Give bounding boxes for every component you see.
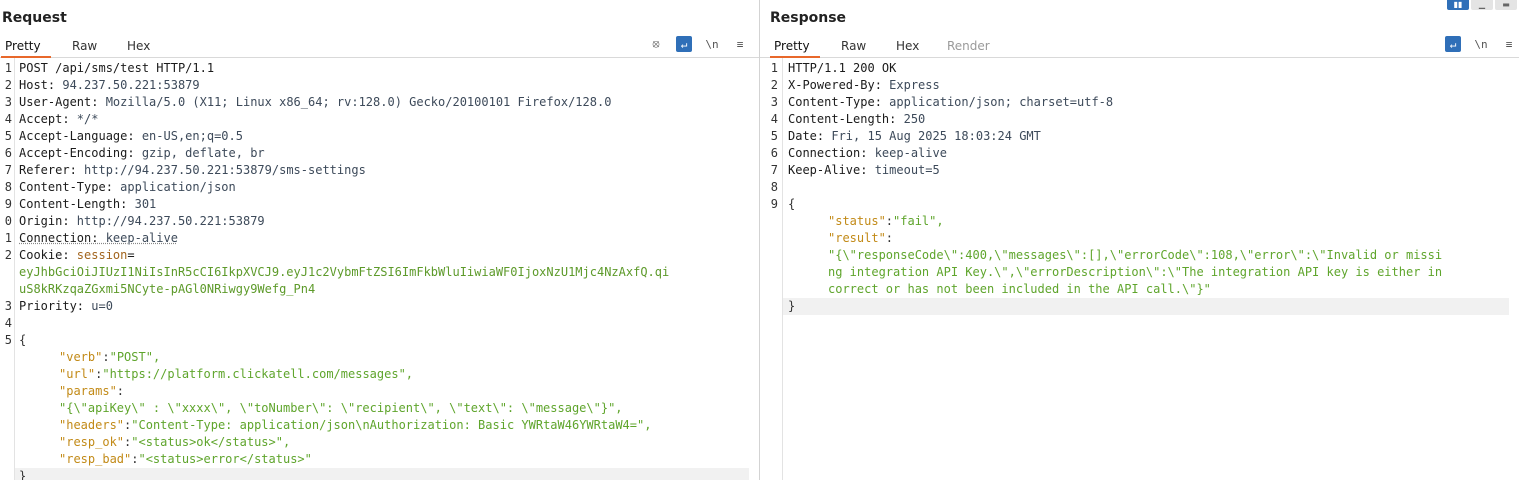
header-line: Date: Fri, 15 Aug 2025 18:03:24 GMT <box>788 129 1041 143</box>
hide-nonprintable-icon[interactable]: ⦻ <box>648 36 664 52</box>
header-line: Content-Type: application/json; charset=… <box>788 95 1114 109</box>
json-field: "headers":"Content-Type: application/jso… <box>59 418 652 432</box>
json-field: "verb":"POST", <box>59 350 161 364</box>
layout-tabs-icon[interactable]: ▬ <box>1495 0 1517 10</box>
show-newlines-icon[interactable]: \n <box>1473 36 1489 52</box>
line-number: 2 <box>770 78 778 92</box>
header-line: X-Powered-By: Express <box>788 78 940 92</box>
line-number: 2 <box>4 248 12 262</box>
header-line: Accept-Encoding: gzip, deflate, br <box>19 146 265 160</box>
line-number: 8 <box>770 180 778 194</box>
response-gutter: 1 2 3 4 5 6 7 8 9 <box>760 58 783 480</box>
line-number: 4 <box>4 316 12 330</box>
line-number: 9 <box>770 197 778 211</box>
line-number: 1 <box>4 231 12 245</box>
current-line-highlight <box>15 468 749 480</box>
json-field: "status":"fail", <box>828 214 944 228</box>
layout-split-icon[interactable]: ▮▮ <box>1447 0 1469 10</box>
json-field: "params": <box>59 384 125 398</box>
json-field: "resp_bad":"<status>error</status>" <box>59 452 312 466</box>
line-number: 3 <box>770 95 778 109</box>
json-brace: { <box>788 197 796 211</box>
line-number: 6 <box>4 146 12 160</box>
response-tab-render[interactable]: Render <box>947 37 990 55</box>
header-line: User-Agent: Mozilla/5.0 (X11; Linux x86_… <box>19 95 612 109</box>
json-field: "{\"apiKey\" : \"xxxx\", \"toNumber\": \… <box>59 401 623 415</box>
line-number: 1 <box>4 61 12 75</box>
json-brace: { <box>19 333 27 347</box>
line-number: 4 <box>4 112 12 126</box>
cookie-line: Cookie: session= <box>19 248 135 262</box>
header-line: Content-Length: 301 <box>19 197 157 211</box>
header-line: Accept-Language: en-US,en;q=0.5 <box>19 129 243 143</box>
menu-icon[interactable]: ≡ <box>732 36 748 52</box>
menu-icon[interactable]: ≡ <box>1501 36 1517 52</box>
layout-horizontal-icon[interactable]: ▁ <box>1471 0 1493 10</box>
response-title: Response <box>770 10 847 26</box>
json-value: ng integration API Key.\",\"errorDescrip… <box>828 265 1443 279</box>
header-line: Keep-Alive: timeout=5 <box>788 163 940 177</box>
line-number: 0 <box>4 214 12 228</box>
request-line: POST /api/sms/test HTTP/1.1 <box>19 61 215 75</box>
header-line: Connection: keep-alive <box>19 231 178 245</box>
json-field: "url":"https://platform.clickatell.com/m… <box>59 367 414 381</box>
current-line-highlight <box>783 298 1509 315</box>
line-number: 1 <box>770 61 778 75</box>
response-tab-hex[interactable]: Hex <box>896 37 919 55</box>
line-number: 7 <box>770 163 778 177</box>
json-brace: } <box>19 469 27 480</box>
status-line: HTTP/1.1 200 OK <box>788 61 897 75</box>
header-line: Content-Length: 250 <box>788 112 926 126</box>
header-line: Host: 94.237.50.221:53879 <box>19 78 200 92</box>
json-field: "resp_ok":"<status>ok</status>", <box>59 435 291 449</box>
header-line: Accept: */* <box>19 112 99 126</box>
layout-controls: ▮▮ ▁ ▬ <box>1447 0 1517 10</box>
json-brace: } <box>788 299 796 313</box>
request-tab-pretty[interactable]: Pretty <box>1 37 51 58</box>
line-number: 3 <box>4 299 12 313</box>
response-tab-raw[interactable]: Raw <box>841 37 866 55</box>
response-tabbar: Pretty Raw Hex Render ↵ \n ≡ <box>760 35 1519 58</box>
header-line: Content-Type: application/json <box>19 180 236 194</box>
line-number: 4 <box>770 112 778 126</box>
show-newlines-icon[interactable]: \n <box>704 36 720 52</box>
header-line: Priority: u=0 <box>19 299 113 313</box>
json-field: "result": <box>828 231 894 245</box>
request-tabbar: Pretty Raw Hex ⦻ ↵ \n ≡ <box>0 35 759 58</box>
json-value: "{\"responseCode\":400,\"messages\":[],\… <box>828 248 1443 262</box>
line-number: 2 <box>4 78 12 92</box>
response-pane: Response ▮▮ ▁ ▬ Pretty Raw Hex Render ↵ … <box>760 0 1519 480</box>
header-line: Connection: keep-alive <box>788 146 947 160</box>
line-number: 7 <box>4 163 12 177</box>
wrap-lines-icon[interactable]: ↵ <box>1445 36 1461 52</box>
wrap-lines-icon[interactable]: ↵ <box>676 36 692 52</box>
line-number: 9 <box>4 197 12 211</box>
header-line: Origin: http://94.237.50.221:53879 <box>19 214 265 228</box>
line-number: 5 <box>770 129 778 143</box>
request-title: Request <box>2 10 67 26</box>
line-number: 8 <box>4 180 12 194</box>
response-editor[interactable]: 1 2 3 4 5 6 7 8 9 HTTP/1.1 200 OK X-Powe… <box>760 58 1519 480</box>
line-number: 6 <box>770 146 778 160</box>
request-gutter: 1 2 3 4 5 6 7 8 9 0 1 2 3 4 5 <box>0 58 15 480</box>
response-tab-pretty[interactable]: Pretty <box>770 37 820 58</box>
request-editor[interactable]: 1 2 3 4 5 6 7 8 9 0 1 2 3 4 5 POST /api/… <box>0 58 759 480</box>
line-number: 5 <box>4 129 12 143</box>
line-number: 5 <box>4 333 12 347</box>
request-tab-hex[interactable]: Hex <box>127 37 150 55</box>
cookie-value: eyJhbGciOiJIUzI1NiIsInR5cCI6IkpXVCJ9.eyJ… <box>19 265 670 279</box>
request-pane: Request Pretty Raw Hex ⦻ ↵ \n ≡ 1 2 3 4 … <box>0 0 759 480</box>
header-line: Referer: http://94.237.50.221:53879/sms-… <box>19 163 366 177</box>
request-tab-raw[interactable]: Raw <box>72 37 97 55</box>
line-number: 3 <box>4 95 12 109</box>
cookie-value: uS8kRKzqaZGxmi5NCyte-pAGl0NRiwgy9Wefg_Pn… <box>19 282 316 296</box>
json-value: correct or has not been included in the … <box>828 282 1211 296</box>
